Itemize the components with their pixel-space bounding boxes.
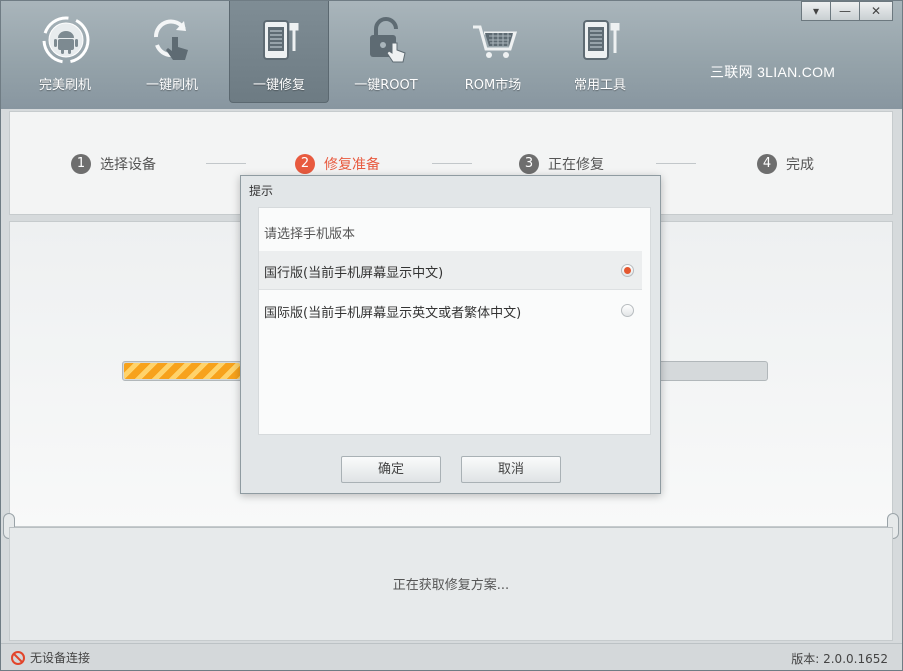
toolbox-icon xyxy=(583,20,620,60)
nav-label: 一键修复 xyxy=(252,78,305,93)
radio-button[interactable] xyxy=(621,304,634,317)
refresh-touch-icon xyxy=(153,19,188,60)
option-label: 国行版(当前手机屏幕显示中文) xyxy=(264,266,444,281)
nav-label: 一键刷机 xyxy=(145,78,198,93)
connection-status: 无设备连接 xyxy=(11,649,90,666)
status-bar: 无设备连接 版本: 2.0.0.1652 xyxy=(1,643,902,670)
step-repairing: 3 正在修复 xyxy=(519,153,604,175)
menu-button[interactable]: ▾ xyxy=(801,1,831,21)
step-select-device: 1 选择设备 xyxy=(71,153,156,175)
cancel-button[interactable]: 取消 xyxy=(461,456,561,483)
progress-fill xyxy=(124,363,240,379)
arrow-right-icon xyxy=(432,163,472,164)
step-done: 4 完成 xyxy=(757,153,814,175)
step-number: 3 xyxy=(519,154,539,174)
dialog-body: 请选择手机版本 国行版(当前手机屏幕显示中文) 国际版(当前手机屏幕显示英文或者… xyxy=(258,207,651,435)
no-device-icon xyxy=(11,650,25,665)
step-number: 2 xyxy=(295,154,315,174)
unlock-icon xyxy=(370,17,406,63)
nav-label: 一键ROOT xyxy=(354,78,418,93)
arrow-right-icon xyxy=(656,163,696,164)
ok-button[interactable]: 确定 xyxy=(341,456,441,483)
nav-item-common-tools[interactable]: 常用工具 xyxy=(550,1,650,103)
radio-button-checked[interactable] xyxy=(621,264,634,277)
step-number: 1 xyxy=(71,154,91,174)
shopping-cart-icon xyxy=(473,25,518,58)
dialog-title: 提示 xyxy=(249,184,274,198)
option-china-version[interactable]: 国行版(当前手机屏幕显示中文) xyxy=(259,251,642,290)
version-label: 版本: 2.0.0.1652 xyxy=(791,652,888,666)
step-repair-prep: 2 修复准备 xyxy=(295,153,380,175)
option-international-version[interactable]: 国际版(当前手机屏幕显示英文或者繁体中文) xyxy=(259,291,642,330)
connection-label: 无设备连接 xyxy=(30,651,91,665)
arrow-right-icon xyxy=(206,163,246,164)
minimize-button[interactable]: — xyxy=(830,1,860,21)
nav-item-perfect-flash[interactable]: 完美刷机 xyxy=(15,1,115,103)
nav-item-one-click-flash[interactable]: 一键刷机 xyxy=(122,1,222,103)
nav-label: ROM市场 xyxy=(464,78,522,93)
step-label: 正在修复 xyxy=(548,157,604,173)
dialog-prompt: 请选择手机版本 xyxy=(264,227,356,242)
brand-logo: 三联网 3LIAN.COM xyxy=(710,64,836,80)
nav-item-one-click-root[interactable]: 一键ROOT xyxy=(336,1,436,103)
nav-item-rom-market[interactable]: ROM市场 xyxy=(443,1,543,103)
log-panel: 正在获取修复方案... xyxy=(9,527,893,641)
nav-label: 常用工具 xyxy=(573,78,626,93)
android-icon xyxy=(42,16,90,64)
status-message: 正在获取修复方案... xyxy=(392,578,510,593)
step-label: 完成 xyxy=(786,157,814,173)
close-button[interactable]: ✕ xyxy=(859,1,893,21)
step-label: 选择设备 xyxy=(100,157,156,173)
header-toolbar: 完美刷机 一键刷机 一键修复 一键ROOT ROM市场 常用工具 三联网 3LI… xyxy=(1,1,902,109)
step-number: 4 xyxy=(757,154,777,174)
nav-label: 完美刷机 xyxy=(38,78,91,93)
step-label: 修复准备 xyxy=(324,157,380,173)
app-window: 完美刷机 一键刷机 一键修复 一键ROOT ROM市场 常用工具 三联网 3LI… xyxy=(0,0,903,671)
nav-item-one-click-repair[interactable]: 一键修复 xyxy=(229,1,329,103)
option-label: 国际版(当前手机屏幕显示英文或者繁体中文) xyxy=(264,306,522,321)
phone-wrench-icon xyxy=(263,20,299,60)
version-select-dialog: 提示 请选择手机版本 国行版(当前手机屏幕显示中文) 国际版(当前手机屏幕显示英… xyxy=(240,175,661,494)
